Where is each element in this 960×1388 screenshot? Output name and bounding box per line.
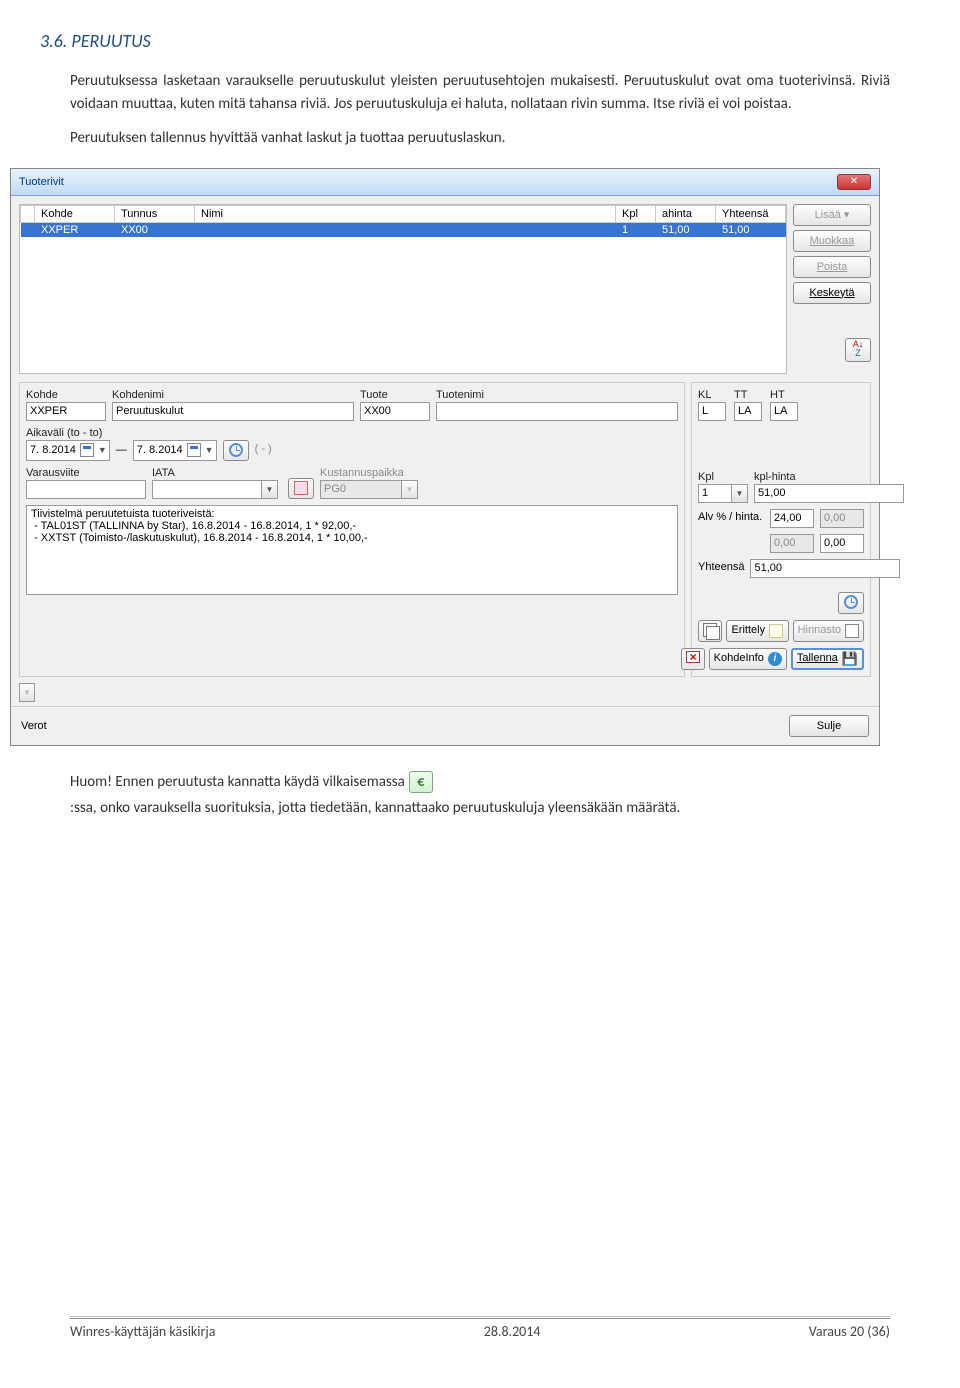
label-kl: KL bbox=[698, 389, 728, 401]
label-kohdenimi: Kohdenimi bbox=[112, 389, 354, 401]
varausviite-input[interactable] bbox=[26, 480, 146, 499]
label-aikavali: Aikaväli (to - to) bbox=[26, 427, 272, 439]
label-tt: TT bbox=[734, 389, 764, 401]
calendar-icon bbox=[845, 624, 859, 638]
sulje-button[interactable]: Sulje bbox=[789, 715, 869, 737]
col-kpl[interactable]: Kpl bbox=[616, 205, 656, 222]
section-heading: 3.6. PERUUTUS bbox=[40, 30, 890, 52]
window-title: Tuoterivit bbox=[19, 176, 64, 188]
label-kustannus: Kustannuspaikka bbox=[320, 467, 420, 479]
table-row[interactable]: XXPER XX00 1 51,00 51,00 bbox=[21, 222, 786, 237]
verot-label: Verot bbox=[21, 720, 47, 732]
col-tunnus[interactable]: Tunnus bbox=[115, 205, 195, 222]
cell-nimi bbox=[195, 222, 616, 237]
tt-input[interactable] bbox=[734, 402, 762, 421]
chevron-down-icon: ▼ bbox=[402, 480, 418, 499]
iata-combo[interactable] bbox=[152, 480, 262, 499]
chevron-down-icon[interactable]: ▼ bbox=[732, 484, 748, 503]
tallenna-button[interactable]: Tallenna 💾 bbox=[791, 648, 864, 670]
delete-row-icon bbox=[686, 651, 700, 663]
col-yhteensa[interactable]: Yhteensä bbox=[716, 205, 786, 222]
label-iata: IATA bbox=[152, 467, 282, 479]
label-kplhinta: kpl-hinta bbox=[754, 471, 904, 483]
note-text-before: Huom! Ennen peruutusta kannatta käydä vi… bbox=[70, 771, 405, 794]
label-alv: Alv % / hinta. bbox=[698, 511, 764, 525]
clock-button[interactable] bbox=[838, 592, 864, 614]
calendar-icon bbox=[187, 443, 201, 457]
label-kpl: Kpl bbox=[698, 471, 748, 483]
chevron-down-icon: ▼ bbox=[19, 683, 35, 702]
product-rows-grid[interactable]: Kohde Tunnus Nimi Kpl ahinta Yhteensä XX… bbox=[19, 204, 787, 374]
kustannus-combo bbox=[320, 480, 402, 499]
paragraph-1: Peruutuksessa lasketaan varaukselle peru… bbox=[70, 70, 890, 115]
hinnasto-button[interactable]: Hinnasto bbox=[793, 620, 864, 642]
alvpct-input[interactable] bbox=[770, 509, 814, 528]
label-varausviite: Varausviite bbox=[26, 467, 146, 479]
zero1-input bbox=[770, 534, 814, 553]
col-ahinta[interactable]: ahinta bbox=[656, 205, 716, 222]
note-text-after: :ssa, onko varauksella suorituksia, jott… bbox=[70, 797, 680, 820]
kohde-input[interactable] bbox=[26, 402, 106, 421]
cell-kohde: XXPER bbox=[35, 222, 115, 237]
cancel-button[interactable]: Keskeytä bbox=[793, 282, 871, 304]
label-tuote: Tuote bbox=[360, 389, 430, 401]
save-icon: 💾 bbox=[842, 650, 858, 667]
clock-icon bbox=[844, 595, 858, 609]
chevron-down-icon[interactable]: ▼ bbox=[262, 480, 278, 499]
time-button[interactable] bbox=[223, 440, 249, 461]
copy-button[interactable] bbox=[698, 620, 722, 642]
footer-center: 28.8.2014 bbox=[484, 1323, 541, 1340]
label-kohde: Kohde bbox=[26, 389, 106, 401]
label-yhteensa: Yhteensä bbox=[698, 561, 744, 575]
paragraph-2: Peruutuksen tallennus hyvittää vanhat la… bbox=[70, 127, 890, 150]
alvval-input bbox=[820, 509, 864, 528]
euro-icon: € bbox=[409, 771, 433, 793]
cell-tunnus: XX00 bbox=[115, 222, 195, 237]
date-to-picker[interactable]: 7. 8.2014 ▼ bbox=[133, 440, 217, 461]
kplhinta-input[interactable] bbox=[754, 484, 904, 503]
delete-button[interactable]: Poista bbox=[793, 256, 871, 278]
lookup-button[interactable] bbox=[288, 478, 314, 499]
spec-icon bbox=[769, 624, 783, 638]
yhteensa-input[interactable] bbox=[750, 559, 900, 578]
info-icon: i bbox=[768, 652, 782, 666]
calendar-icon bbox=[80, 443, 94, 457]
lookup-icon bbox=[294, 481, 308, 495]
col-nimi[interactable]: Nimi bbox=[195, 205, 616, 222]
time-range-label: ( - ) bbox=[255, 443, 272, 457]
edit-button[interactable]: Muokkaa bbox=[793, 230, 871, 252]
tuote-input[interactable] bbox=[360, 402, 430, 421]
app-window: Tuoterivit ✕ Kohde Tunnus Nimi Kpl ahint… bbox=[10, 168, 880, 746]
footer-right: Varaus 20 (36) bbox=[809, 1323, 890, 1340]
col-kohde[interactable]: Kohde bbox=[35, 205, 115, 222]
erittely-button[interactable]: Erittely bbox=[726, 620, 789, 642]
window-close-button[interactable]: ✕ bbox=[837, 174, 871, 190]
delete-row-button[interactable] bbox=[681, 648, 705, 670]
label-tuotenimi: Tuotenimi bbox=[436, 389, 678, 401]
copy-icon bbox=[703, 623, 717, 637]
tuotenimi-input[interactable] bbox=[436, 402, 678, 421]
add-button[interactable]: Lisää ▾ bbox=[793, 204, 871, 226]
kpl-combo[interactable] bbox=[698, 484, 732, 503]
kohdenimi-input[interactable] bbox=[112, 402, 354, 421]
cell-kpl: 1 bbox=[616, 222, 656, 237]
zero2-input[interactable] bbox=[820, 534, 864, 553]
footer-rule bbox=[70, 1316, 890, 1317]
ht-input[interactable] bbox=[770, 402, 798, 421]
date-from-picker[interactable]: 7. 8.2014 ▼ bbox=[26, 440, 110, 461]
summary-textarea[interactable] bbox=[26, 505, 678, 595]
window-titlebar: Tuoterivit ✕ bbox=[11, 169, 879, 196]
kohdeinfo-button[interactable]: KohdeInfo i bbox=[709, 648, 787, 670]
sort-az-button[interactable]: A↓Z bbox=[845, 338, 871, 362]
kl-input[interactable] bbox=[698, 402, 726, 421]
cell-ahinta: 51,00 bbox=[656, 222, 716, 237]
clock-icon bbox=[229, 443, 243, 457]
label-ht: HT bbox=[770, 389, 800, 401]
footer-left: Winres-käyttäjän käsikirja bbox=[70, 1323, 215, 1340]
cell-yht: 51,00 bbox=[716, 222, 786, 237]
date-sep: — bbox=[116, 444, 127, 456]
